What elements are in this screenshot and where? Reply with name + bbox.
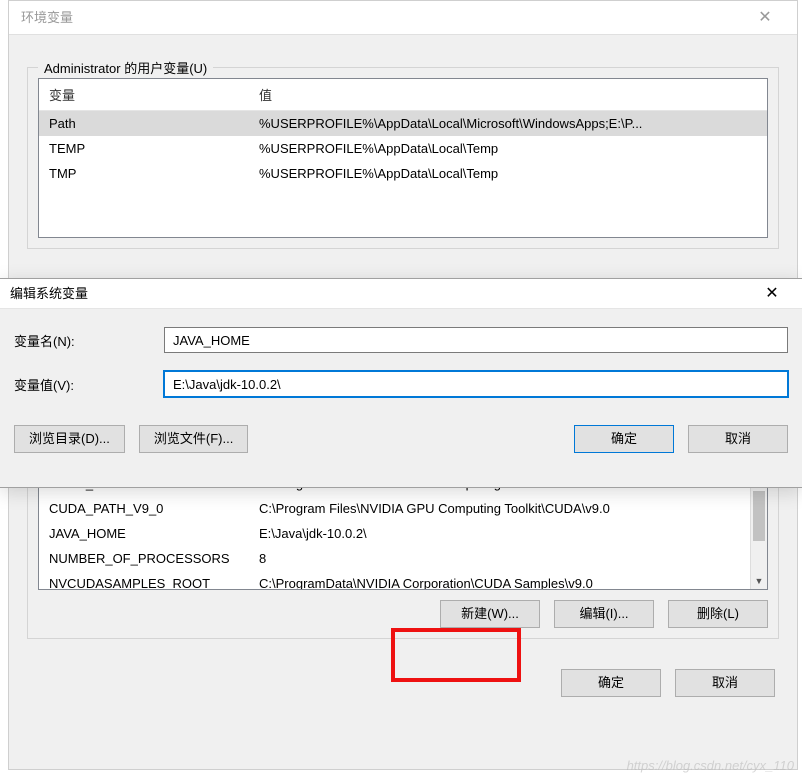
user-variables-group: Administrator 的用户变量(U) 变量 值 Path %USERPR…	[27, 67, 779, 249]
edit-title: 编辑系统变量	[10, 279, 88, 309]
close-icon[interactable]: ✕	[752, 279, 792, 309]
var-name-input[interactable]	[164, 327, 788, 353]
var-value-label: 变量值(V):	[14, 375, 164, 394]
delete-button[interactable]: 删除(L)	[668, 600, 768, 628]
cell-value: %USERPROFILE%\AppData\Local\Microsoft\Wi…	[249, 113, 767, 134]
cell-value: %USERPROFILE%\AppData\Local\Temp	[249, 138, 767, 159]
new-button[interactable]: 新建(W)...	[440, 600, 540, 628]
table-row[interactable]: NUMBER_OF_PROCESSORS 8	[39, 546, 767, 571]
env-titlebar: 环境变量 ✕	[9, 1, 797, 35]
list-header: 变量 值	[39, 79, 767, 111]
table-row[interactable]: JAVA_HOME E:\Java\jdk-10.0.2\	[39, 521, 767, 546]
col-header-name[interactable]: 变量	[39, 79, 249, 110]
table-row[interactable]: TMP %USERPROFILE%\AppData\Local\Temp	[39, 161, 767, 186]
edit-titlebar: 编辑系统变量 ✕	[0, 279, 802, 309]
cancel-button[interactable]: 取消	[675, 669, 775, 697]
browse-file-button[interactable]: 浏览文件(F)...	[139, 425, 248, 453]
ok-button[interactable]: 确定	[574, 425, 674, 453]
scrollbar[interactable]: ▲ ▼	[750, 471, 767, 589]
browse-directory-button[interactable]: 浏览目录(D)...	[14, 425, 125, 453]
cell-value: 8	[249, 548, 767, 569]
scroll-down-icon[interactable]: ▼	[751, 572, 767, 589]
env-title: 环境变量	[21, 1, 73, 35]
user-variables-list[interactable]: 变量 值 Path %USERPROFILE%\AppData\Local\Mi…	[38, 78, 768, 238]
cell-value: E:\Java\jdk-10.0.2\	[249, 523, 767, 544]
var-value-input[interactable]	[164, 371, 788, 397]
table-row[interactable]: CUDA_PATH_V9_0 C:\Program Files\NVIDIA G…	[39, 496, 767, 521]
col-header-value[interactable]: 值	[249, 79, 767, 110]
cell-value: %USERPROFILE%\AppData\Local\Temp	[249, 163, 767, 184]
cell-name: TMP	[39, 163, 249, 184]
table-row[interactable]: Path %USERPROFILE%\AppData\Local\Microso…	[39, 111, 767, 136]
table-row[interactable]: TEMP %USERPROFILE%\AppData\Local\Temp	[39, 136, 767, 161]
cell-name: NVCUDASAMPLES_ROOT	[39, 573, 249, 590]
user-variables-legend: Administrator 的用户变量(U)	[38, 58, 213, 77]
cell-name: TEMP	[39, 138, 249, 159]
edit-system-variable-dialog: 编辑系统变量 ✕ 变量名(N): 变量值(V): 浏览目录(D)... 浏览文件…	[0, 278, 802, 488]
cell-name: CUDA_PATH_V9_0	[39, 498, 249, 519]
cell-name: Path	[39, 113, 249, 134]
cell-value: C:\Program Files\NVIDIA GPU Computing To…	[249, 498, 767, 519]
var-name-label: 变量名(N):	[14, 331, 164, 350]
cancel-button[interactable]: 取消	[688, 425, 788, 453]
scroll-thumb[interactable]	[753, 491, 765, 541]
cell-name: JAVA_HOME	[39, 523, 249, 544]
cell-name: NUMBER_OF_PROCESSORS	[39, 548, 249, 569]
ok-button[interactable]: 确定	[561, 669, 661, 697]
edit-button[interactable]: 编辑(I)...	[554, 600, 654, 628]
system-variables-list[interactable]: CUDA_PATH C:\Program Files\NVIDIA GPU Co…	[38, 470, 768, 590]
close-icon[interactable]: ✕	[745, 1, 785, 35]
cell-value: C:\ProgramData\NVIDIA Corporation\CUDA S…	[249, 573, 767, 590]
table-row[interactable]: NVCUDASAMPLES_ROOT C:\ProgramData\NVIDIA…	[39, 571, 767, 590]
dialog-footer: 确定 取消	[9, 653, 797, 717]
system-variables-group: CUDA_PATH C:\Program Files\NVIDIA GPU Co…	[27, 465, 779, 639]
